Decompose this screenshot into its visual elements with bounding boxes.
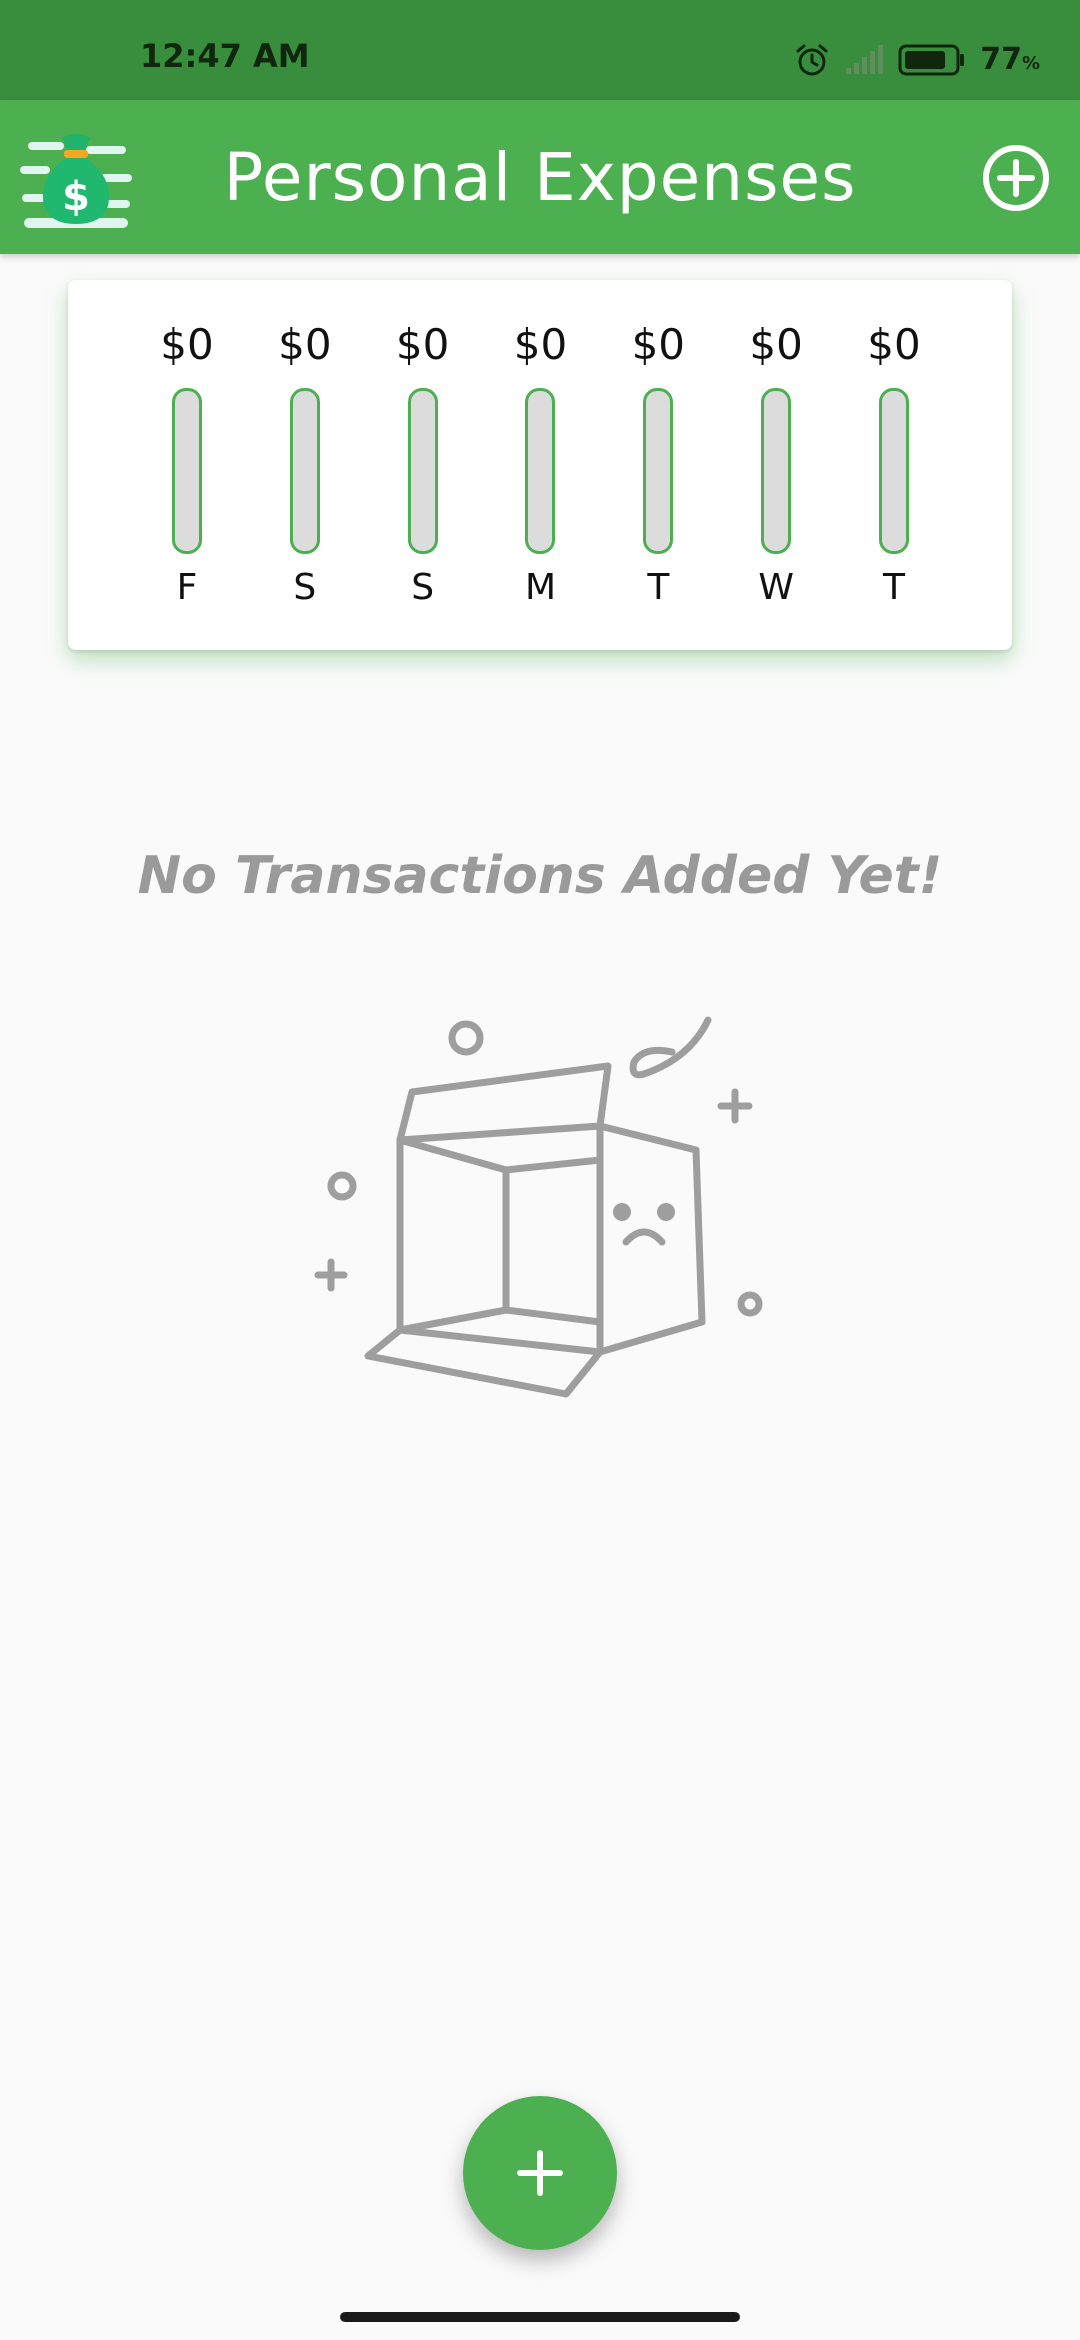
chart-bar: [643, 388, 674, 554]
chart-bar: [761, 388, 792, 554]
chart-column: $0 F: [137, 320, 237, 620]
battery-percent: 77%: [980, 42, 1040, 77]
chart-column: $0 T: [844, 320, 944, 620]
chart-amount-label: $0: [395, 320, 450, 369]
chart-bar: [525, 388, 556, 554]
chart-amount-label: $0: [278, 320, 332, 369]
chart-amount-label: $0: [513, 320, 568, 369]
add-circle-icon[interactable]: [980, 142, 1052, 214]
chart-column: $0 T: [608, 320, 708, 620]
empty-state-message: No Transactions Added Yet!: [137, 846, 943, 906]
chart-amount-label: $0: [631, 320, 686, 369]
chart-bar: [407, 388, 438, 554]
weekly-chart: $0 F $0 S $0 S $0 M $0 T $0 W $0 T: [137, 320, 944, 620]
chart-column: $0 S: [255, 320, 355, 620]
chart-day-label: S: [411, 567, 435, 608]
chart-column: $0 W: [726, 320, 826, 620]
chart-day-label: T: [882, 567, 905, 608]
chart-amount-label: $0: [160, 320, 214, 369]
add-transaction-fab[interactable]: [463, 2096, 617, 2250]
chart-column: $0 S: [373, 320, 473, 620]
weekly-chart-card: $0 F $0 S $0 S $0 M $0 T $0 W $0 T: [68, 280, 1012, 650]
chart-amount-label: $0: [867, 320, 921, 369]
battery-icon: [898, 44, 965, 76]
chart-bar: [878, 388, 909, 554]
chart-bar: [172, 388, 202, 554]
status-bar: 12:47 AM 77%: [0, 0, 1080, 100]
chart-amount-label: $0: [749, 320, 803, 369]
chart-day-label: T: [647, 567, 670, 608]
chart-day-label: M: [524, 567, 557, 608]
empty-box-icon: [314, 1016, 763, 1398]
signal-icon: [846, 45, 884, 74]
home-indicator[interactable]: [340, 2312, 740, 2322]
plus-icon: [517, 2150, 563, 2196]
app-bar: $ Personal Expenses: [0, 100, 1080, 254]
chart-bar: [289, 388, 320, 554]
chart-day-label: F: [176, 567, 198, 608]
chart-column: $0 M: [490, 320, 590, 620]
page-title: Personal Expenses: [223, 139, 857, 216]
alarm-icon: [796, 44, 828, 76]
chart-day-label: S: [293, 567, 317, 608]
chart-day-label: W: [758, 567, 794, 608]
status-time: 12:47 AM: [140, 37, 310, 75]
status-icons: 77%: [794, 40, 1040, 80]
